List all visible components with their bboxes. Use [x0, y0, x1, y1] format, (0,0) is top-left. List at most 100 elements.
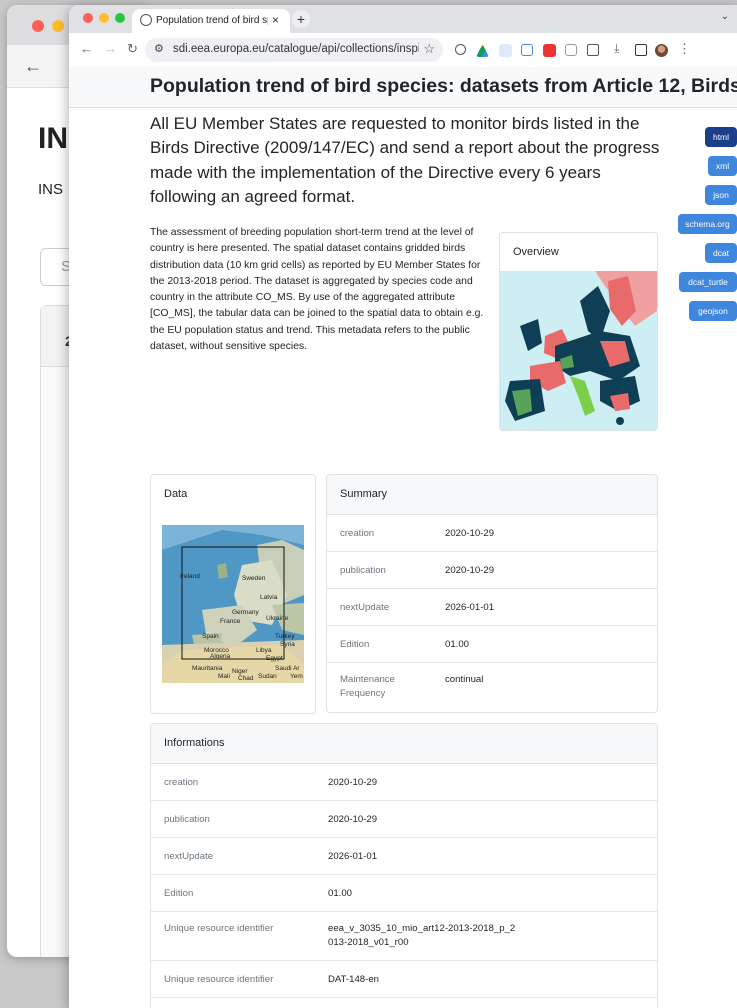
- page-title-bar: Population trend of bird species: datase…: [69, 67, 737, 108]
- summary-value: 2020-10-29: [445, 565, 495, 576]
- info-key: Edition: [164, 888, 194, 899]
- info-value: 2020-10-29: [328, 777, 378, 788]
- menu-icon[interactable]: ⋮: [678, 41, 691, 57]
- tab-bar: Population trend of bird specie × + ⌄: [69, 5, 737, 33]
- description-paragraph: The assessment of breeding population sh…: [150, 227, 484, 353]
- map-label: Saudi Ar: [275, 665, 300, 672]
- summary-row: nextUpdate 2026-01-01: [327, 589, 657, 626]
- lead-paragraph: All EU Member States are requested to mo…: [150, 114, 660, 206]
- url-text: sdi.eea.europa.eu/catalogue/api/collecti…: [173, 43, 419, 55]
- page-title: Population trend of bird species: datase…: [150, 75, 737, 97]
- format-button-schema-org[interactable]: schema.org: [678, 214, 737, 234]
- data-extent-map[interactable]: Ireland Sweden Latvia Germany Ukraine Fr…: [162, 525, 304, 683]
- map-label: Ukraine: [266, 615, 289, 622]
- download-icon[interactable]: ⤓: [614, 41, 619, 56]
- info-row: Unique resource identifier eea_v_3035_10…: [151, 912, 657, 961]
- map-label: Turkey: [275, 633, 295, 640]
- format-button-geojson[interactable]: geojson: [689, 301, 737, 321]
- map-label: Sudan: [258, 673, 277, 680]
- screenshot-extension-icon[interactable]: [521, 44, 533, 56]
- summary-key: nextUpdate: [340, 602, 390, 613]
- sidebar-icon[interactable]: [635, 44, 647, 56]
- map-label: Algeria: [210, 653, 231, 660]
- map-label: Syria: [280, 641, 295, 648]
- map-label: Egypt: [266, 655, 283, 662]
- summary-row: Edition 01.00: [327, 626, 657, 663]
- summary-value: continual: [445, 674, 484, 685]
- info-value: DAT-148-en: [328, 974, 380, 985]
- informations-card: Informations creation 2020-10-29 publica…: [150, 723, 658, 1008]
- summary-value: 01.00: [445, 639, 470, 650]
- code-extension-icon[interactable]: [499, 44, 512, 57]
- site-settings-icon[interactable]: ⚙: [154, 42, 164, 55]
- browser-window: Population trend of bird specie × + ⌄ ← …: [69, 5, 737, 1008]
- back-arrow-icon[interactable]: ←: [24, 56, 42, 77]
- summary-value: 2020-10-29: [445, 528, 495, 539]
- info-key: Unique resource identifier: [164, 923, 274, 934]
- info-key: nextUpdate: [164, 851, 214, 862]
- info-row: publication 2020-10-29: [151, 801, 657, 838]
- summary-card: Summary creation 2020-10-29 publication …: [326, 474, 658, 713]
- summary-key: Edition: [340, 639, 370, 650]
- overview-card-title: Overview: [500, 233, 657, 272]
- informations-card-title: Informations: [151, 724, 657, 764]
- reader-extension-icon[interactable]: [565, 44, 577, 56]
- format-button-dcat[interactable]: dcat: [705, 243, 737, 263]
- map-label: Ireland: [180, 573, 200, 580]
- close-tab-icon[interactable]: ×: [272, 13, 279, 27]
- zoom-window-dot[interactable]: [115, 13, 125, 23]
- info-row: nextUpdate 2026-01-01: [151, 838, 657, 875]
- bookmark-star-icon[interactable]: ☆: [423, 41, 435, 57]
- info-row: creation 2020-10-29: [151, 764, 657, 801]
- format-button-dcat-turtle[interactable]: dcat_turtle: [679, 272, 737, 292]
- tab-active[interactable]: Population trend of bird specie ×: [132, 9, 290, 33]
- data-card: Data Ireland Sweden Latvia Germany Ukrai…: [150, 474, 316, 714]
- forward-icon[interactable]: →: [104, 41, 117, 56]
- map-label: Niger: [232, 668, 248, 675]
- back-icon[interactable]: ←: [80, 41, 93, 56]
- minimize-window-dot[interactable]: [99, 13, 109, 23]
- map-label: Mali: [218, 673, 230, 680]
- minimize-window-dot[interactable]: [52, 20, 64, 32]
- close-window-dot[interactable]: [83, 13, 93, 23]
- new-tab-button[interactable]: +: [292, 10, 310, 28]
- info-value: 2020-10-29: [328, 814, 378, 825]
- map-label: Germany: [232, 609, 259, 616]
- extensions-puzzle-icon[interactable]: [587, 44, 599, 56]
- overview-map-image[interactable]: [500, 271, 657, 430]
- address-bar[interactable]: ⚙ sdi.eea.europa.eu/catalogue/api/collec…: [145, 38, 443, 62]
- extension-icon[interactable]: [455, 44, 466, 55]
- avatar[interactable]: [655, 44, 668, 57]
- summary-key: Maintenance Frequency: [340, 674, 395, 699]
- close-window-dot[interactable]: [32, 20, 44, 32]
- format-button-json[interactable]: json: [705, 185, 737, 205]
- format-button-xml[interactable]: xml: [708, 156, 737, 176]
- page-content: Population trend of bird species: datase…: [69, 67, 737, 1008]
- summary-row: creation 2020-10-29: [327, 515, 657, 552]
- info-key: publication: [164, 814, 210, 825]
- summary-row: publication 2020-10-29: [327, 552, 657, 589]
- summary-row: Maintenance Frequency continual: [327, 663, 657, 712]
- summary-value: 2026-01-01: [445, 602, 495, 613]
- format-button-html[interactable]: html: [705, 127, 737, 147]
- info-key: Unique resource identifier: [164, 974, 274, 985]
- reload-icon[interactable]: ↻: [127, 41, 138, 57]
- info-value: eea_v_3035_10_mio_art12-2013-2018_p_2013…: [328, 923, 516, 948]
- data-card-title: Data: [151, 475, 315, 514]
- pdf-extension-icon[interactable]: [543, 44, 556, 57]
- summary-key: publication: [340, 565, 386, 576]
- info-row: Unique resource identifier DAT-148-en: [151, 961, 657, 998]
- browser-toolbar: ← → ↻ ⚙ sdi.eea.europa.eu/catalogue/api/…: [69, 33, 737, 68]
- map-label: France: [220, 618, 241, 625]
- globe-icon: [140, 14, 152, 26]
- info-row: Edition 01.00: [151, 875, 657, 912]
- tab-search-chevron-icon[interactable]: ⌄: [721, 11, 729, 22]
- map-label: Libya: [256, 647, 272, 654]
- tab-title: Population trend of bird specie: [156, 15, 268, 26]
- map-label: Spain: [202, 633, 219, 640]
- info-value: 01.00: [328, 888, 353, 899]
- drive-icon[interactable]: [476, 44, 489, 57]
- map-label: Chad: [238, 675, 254, 682]
- summary-key: creation: [340, 528, 375, 539]
- map-label: Mauritania: [192, 665, 223, 672]
